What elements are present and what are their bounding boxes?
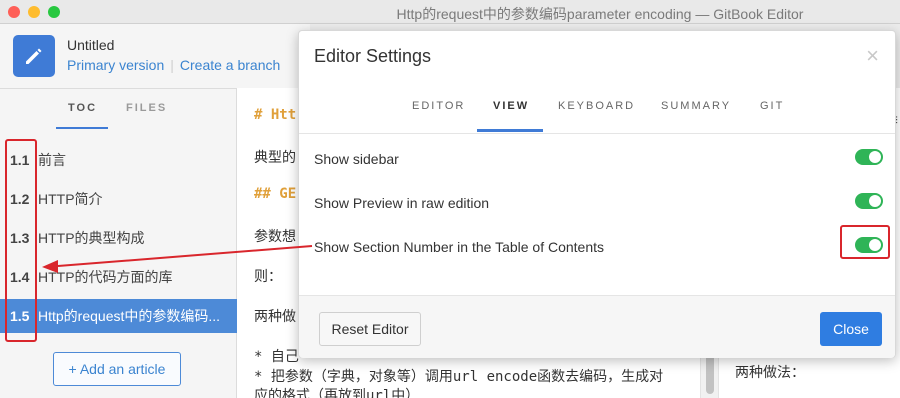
editor-line: * 自己 xyxy=(254,349,299,365)
dialog-title: Editor Settings xyxy=(314,46,432,66)
window-title: Http的request中的参数编码parameter encoding — G… xyxy=(396,6,804,22)
toc-tab-underline xyxy=(56,127,108,129)
editor-line: # Htt xyxy=(254,107,297,123)
toc-item-label: HTTP的代码方面的库 xyxy=(38,269,173,285)
tab-git[interactable]: GIT xyxy=(760,100,784,112)
show-sidebar-toggle[interactable] xyxy=(855,149,883,165)
tab-summary[interactable]: SUMMARY xyxy=(661,100,731,112)
active-tab-underline xyxy=(477,129,543,132)
preview-text: 两种做法： xyxy=(735,364,805,380)
window-titlebar: Http的request中的参数编码parameter encoding — G… xyxy=(0,0,900,24)
show-preview-toggle[interactable] xyxy=(855,193,883,209)
create-branch-link[interactable]: Create a branch xyxy=(180,57,280,73)
editor-line: 两种做 xyxy=(254,309,296,325)
setting-label-show-sidebar: Show sidebar xyxy=(314,151,399,167)
toc-item-label: HTTP简介 xyxy=(38,191,103,207)
tab-view[interactable]: VIEW xyxy=(493,100,529,112)
sidebar-tabs: TOC FILES xyxy=(0,89,237,129)
editor-line: ## GE xyxy=(254,186,297,202)
setting-label-show-preview: Show Preview in raw edition xyxy=(314,195,490,211)
book-title: Untitled xyxy=(67,37,115,53)
editor-settings-dialog: Editor Settings × EDITOR VIEW KEYBOARD S… xyxy=(298,30,896,358)
tab-toc[interactable]: TOC xyxy=(68,102,97,114)
reset-editor-button[interactable]: Reset Editor xyxy=(319,312,421,346)
toggle-highlight xyxy=(840,225,890,259)
link-separator: | xyxy=(170,57,174,73)
tab-editor[interactable]: EDITOR xyxy=(412,100,465,112)
close-icon[interactable]: × xyxy=(866,43,879,69)
toc-item-label: 前言 xyxy=(38,152,66,168)
editor-line: 则： xyxy=(254,269,282,285)
editor-line: 参数想 xyxy=(254,229,296,245)
close-button[interactable]: Close xyxy=(820,312,882,346)
primary-version-link[interactable]: Primary version xyxy=(67,57,164,73)
editor-line: 应的格式（再放到url中） xyxy=(254,388,420,398)
section-numbers-highlight xyxy=(5,139,37,342)
tab-keyboard[interactable]: KEYBOARD xyxy=(558,100,635,112)
add-article-button[interactable]: + Add an article xyxy=(53,352,181,386)
editor-line: * 把参数（字典，对象等）调用url encode函数去编码，生成对 xyxy=(254,369,664,385)
setting-label-show-section-number: Show Section Number in the Table of Cont… xyxy=(314,239,605,255)
book-links: Primary version | Create a branch xyxy=(67,57,280,73)
tab-files[interactable]: FILES xyxy=(126,102,167,114)
divider xyxy=(299,133,895,134)
book-edit-icon xyxy=(13,35,55,77)
toc-item-label: Http的request中的参数编码... xyxy=(38,308,221,324)
toc-item-label: HTTP的典型构成 xyxy=(38,230,145,246)
editor-line: 典型的 xyxy=(254,150,296,166)
